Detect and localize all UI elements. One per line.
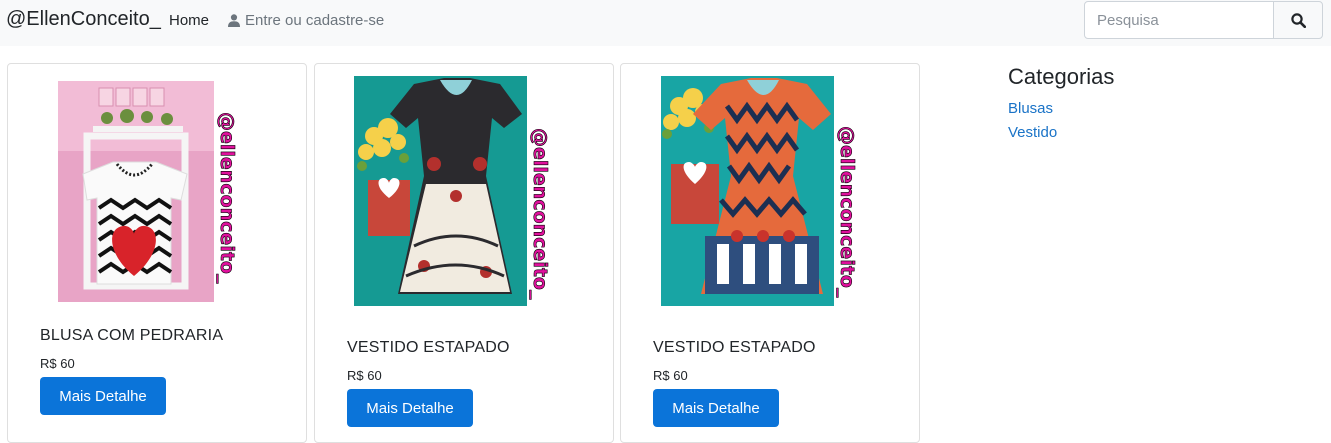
product-card: @ellenconceito_ VESTIDO ESTAPADO R$ 60 M…: [314, 63, 614, 443]
product-title[interactable]: BLUSA COM PEDRARIA: [40, 327, 223, 345]
product-price: R$ 60: [347, 368, 382, 383]
nav-home-link[interactable]: Home: [169, 12, 209, 29]
product-card: @ellenconceito_ BLUSA COM PEDRARIA R$ 60…: [7, 63, 307, 443]
product-image[interactable]: @ellenconceito_: [354, 76, 586, 306]
product-price: R$ 60: [40, 356, 75, 371]
details-button[interactable]: Mais Detalhe: [347, 389, 473, 427]
product-title[interactable]: VESTIDO ESTAPADO: [653, 339, 816, 357]
svg-text:@ellenconceito_: @ellenconceito_: [216, 112, 238, 284]
product-title[interactable]: VESTIDO ESTAPADO: [347, 339, 510, 357]
search-button[interactable]: [1273, 1, 1323, 39]
product-card: @ellenconceito_ VESTIDO ESTAPADO R$ 60 M…: [620, 63, 920, 443]
details-button[interactable]: Mais Detalhe: [40, 377, 166, 415]
user-icon: [228, 14, 240, 27]
svg-text:@ellenconceito_: @ellenconceito_: [529, 128, 551, 300]
search-icon: [1290, 12, 1306, 28]
category-link-vestido[interactable]: Vestido: [1008, 124, 1057, 141]
category-link-blusas[interactable]: Blusas: [1008, 100, 1053, 117]
brand-link[interactable]: @EllenConceito_: [6, 8, 161, 31]
navbar: @EllenConceito_ Home Entre ou cadastre-s…: [0, 0, 1331, 46]
product-price: R$ 60: [653, 368, 688, 383]
details-button[interactable]: Mais Detalhe: [653, 389, 779, 427]
product-image[interactable]: @ellenconceito_: [21, 78, 249, 302]
nav-login-label: Entre ou cadastre-se: [245, 12, 385, 29]
nav-login-link[interactable]: Entre ou cadastre-se: [228, 12, 384, 29]
categories-heading: Categorias: [1008, 64, 1115, 89]
product-image[interactable]: @ellenconceito_: [661, 76, 893, 306]
search-input[interactable]: [1084, 1, 1274, 39]
svg-text:@ellenconceito_: @ellenconceito_: [836, 126, 858, 298]
